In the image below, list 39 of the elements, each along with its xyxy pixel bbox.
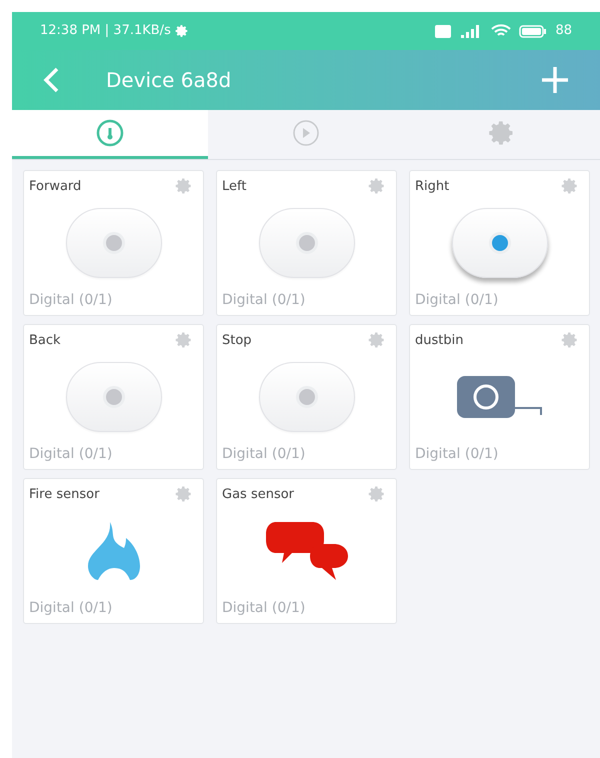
flame-icon xyxy=(86,522,142,580)
add-icon[interactable] xyxy=(540,65,570,95)
widget-name: Back xyxy=(29,332,61,350)
gear-icon xyxy=(174,24,189,38)
chat-bubbles-icon xyxy=(266,522,348,580)
widget-type-label: Digital (0/1) xyxy=(414,445,500,464)
widget-name: Right xyxy=(415,178,450,196)
widget-name: Forward xyxy=(29,178,82,196)
battery-level: 88 xyxy=(555,22,572,40)
widget-type-label: Digital (0/1) xyxy=(28,599,114,618)
status-text: 12:38 PM | 37.1KB/s xyxy=(40,22,171,40)
wifi-icon xyxy=(491,24,512,38)
push-button[interactable] xyxy=(452,208,548,278)
play-icon xyxy=(292,119,320,147)
settings-icon[interactable] xyxy=(561,331,579,349)
widget-name: Left xyxy=(222,178,246,196)
screen-title: Device 6a8d xyxy=(106,67,232,94)
gauge-icon xyxy=(96,119,124,147)
widget-type-label: Digital (0/1) xyxy=(221,445,306,464)
battery-icon xyxy=(519,24,548,38)
settings-icon[interactable] xyxy=(368,177,386,195)
widget-type-label: Digital (0/1) xyxy=(414,291,500,310)
back-icon[interactable] xyxy=(42,66,60,94)
settings-icon[interactable] xyxy=(175,485,193,503)
settings-icon[interactable] xyxy=(561,177,579,195)
tape-measure-icon xyxy=(456,376,542,418)
settings-icon[interactable] xyxy=(175,331,193,349)
tab[interactable] xyxy=(12,110,208,159)
widget-name: Fire sensor xyxy=(29,486,100,504)
widget-type-label: Digital (0/1) xyxy=(221,291,306,310)
widget-name: Gas sensor xyxy=(222,486,294,504)
settings-icon[interactable] xyxy=(368,331,386,349)
widget-name: Stop xyxy=(222,332,252,350)
settings-icon[interactable] xyxy=(175,177,193,195)
widget-type-label: Digital (0/1) xyxy=(28,445,114,464)
widget-type-label: Digital (0/1) xyxy=(221,599,306,618)
settings-icon[interactable] xyxy=(368,485,386,503)
widget-type-label: Digital (0/1) xyxy=(28,291,114,310)
widget-name: dustbin xyxy=(415,332,464,350)
